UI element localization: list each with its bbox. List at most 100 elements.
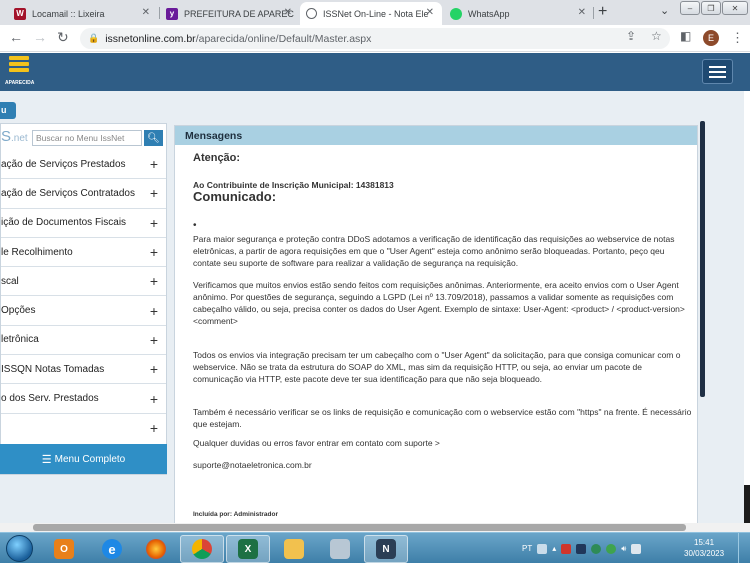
scrollbar-thumb[interactable] [33, 524, 686, 531]
url-path: /aparecida/online/Default/Master.aspx [195, 32, 372, 45]
tab-title: PREFEITURA DE APARECIDA [184, 8, 294, 19]
communication-title: Comunicado: [193, 189, 277, 204]
close-icon[interactable]: ✕ [578, 7, 586, 18]
sidebar-menu-tab[interactable]: u [0, 102, 16, 119]
close-icon[interactable]: ✕ [426, 7, 434, 18]
taskbar-file-explorer[interactable] [272, 535, 316, 563]
plus-icon[interactable]: + [150, 420, 158, 436]
network-app-icon[interactable] [576, 543, 587, 554]
plus-icon[interactable]: + [150, 215, 158, 231]
plus-icon[interactable]: + [150, 185, 158, 201]
maximize-button[interactable]: ❐ [701, 1, 721, 15]
url-host: issnetonline.com.br [105, 32, 196, 45]
included-by: Incluída por: Administrador [193, 511, 278, 518]
close-icon[interactable]: ✕ [284, 7, 292, 18]
profile-avatar[interactable]: E [703, 30, 719, 46]
window-controls: – ❐ ✕ [680, 1, 748, 15]
tray-expand-icon[interactable]: ▴ [552, 544, 556, 553]
sidebar-item[interactable]: ISSQN Notas Tomadas + [1, 355, 166, 385]
tab-prefeitura[interactable]: y PREFEITURA DE APARECIDA ✕ [160, 2, 300, 25]
full-menu-button[interactable]: ☰ Menu Completo [0, 444, 167, 474]
support-email[interactable]: suporte@notaeletronica.com.br [193, 459, 693, 471]
right-edge-shadow [744, 485, 750, 523]
locamail-favicon-icon: W [14, 7, 26, 20]
hamburger-menu-button[interactable] [702, 59, 733, 84]
message-paragraph: Também é necessário verificar se os link… [193, 407, 692, 429]
clock[interactable]: 15:41 30/03/2023 [684, 537, 724, 559]
plus-icon[interactable]: + [150, 361, 158, 377]
volume-icon[interactable]: 🔊︎ [621, 544, 626, 554]
messages-panel: Mensagens Atenção: Ao Contribuinte de In… [174, 125, 698, 525]
aparecida-logo[interactable]: APARECIDA [5, 56, 39, 88]
sidebar-item-label: o dos Serv. Prestados [1, 393, 99, 405]
sidebar-item[interactable]: ação de Serviços Prestados + [1, 150, 166, 180]
tab-locamail[interactable]: W Locamail :: Lixeira ✕ [8, 2, 158, 25]
taskbar-internet-explorer[interactable]: e [90, 535, 134, 563]
show-desktop-button[interactable] [738, 533, 750, 563]
update-icon[interactable] [606, 543, 617, 554]
minimize-button[interactable]: – [680, 1, 700, 15]
sidebar-item-label: scal [1, 275, 19, 287]
tab-issnet[interactable]: ISSNet On-Line - Nota Ele ✕ [300, 2, 442, 25]
message-paragraph: Todos os envios via integração precisam … [193, 350, 681, 384]
start-button[interactable] [6, 535, 33, 562]
sidebar-item-label: ição de Documentos Fiscais [1, 217, 127, 229]
yahoo-favicon-icon: y [166, 7, 178, 20]
message-paragraph: Verificamos que muitos envios estão send… [193, 280, 685, 326]
plus-icon[interactable]: + [150, 303, 158, 319]
sidebar-item[interactable]: ição de Documentos Fiscais + [1, 209, 166, 238]
logo-mark-icon [9, 56, 29, 78]
bookmark-star-icon[interactable]: ☆ [651, 29, 662, 43]
sync-icon[interactable] [591, 543, 602, 554]
globe-icon [306, 8, 317, 19]
message-paragraph: Qualquer duvidas ou erros favor entrar e… [193, 438, 440, 448]
tab-separator [593, 7, 594, 19]
sidebar-item-label: Opções [1, 305, 36, 317]
security-icon[interactable] [561, 543, 572, 554]
outlook-icon: O [54, 539, 74, 559]
menu-icon: ☰ [41, 453, 52, 466]
tab-search-chevron-icon[interactable]: ⌄ [660, 4, 669, 17]
plus-icon[interactable]: + [150, 391, 158, 407]
taskbar-outlook[interactable]: O [42, 535, 86, 563]
new-tab-button[interactable]: + [598, 3, 607, 21]
sidebar-item[interactable]: le Recolhimento + [1, 238, 166, 268]
site-header: APARECIDA [0, 53, 750, 91]
sidebar-item[interactable]: o dos Serv. Prestados + [1, 384, 166, 414]
menu-search-input[interactable] [32, 130, 142, 146]
attention-heading: Atenção: [193, 152, 241, 164]
close-window-button[interactable]: ✕ [722, 1, 748, 15]
plus-icon[interactable]: + [150, 332, 158, 348]
taskbar-firefox[interactable] [134, 535, 178, 563]
taskbar-app-n[interactable]: N [364, 535, 408, 563]
panel-scrollbar[interactable] [700, 121, 705, 397]
sidebar-item[interactable]: Opções + [1, 296, 166, 326]
side-panel-icon[interactable]: ◧ [680, 29, 691, 43]
tab-whatsapp[interactable]: WhatsApp ✕ [444, 2, 594, 25]
taskbar-excel[interactable]: X [226, 535, 270, 563]
tab-title: Locamail :: Lixeira [32, 8, 105, 19]
share-icon[interactable]: ⇪ [626, 29, 636, 43]
reload-icon[interactable]: ↻ [57, 29, 69, 46]
sidebar-item-label: ISSQN Notas Tomadas [1, 363, 105, 375]
keyboard-icon[interactable] [537, 543, 548, 554]
close-icon[interactable]: ✕ [142, 7, 150, 18]
sidebar-item[interactable]: letrônica + [1, 326, 166, 356]
display-icon[interactable] [631, 543, 642, 554]
plus-icon[interactable]: + [150, 244, 158, 260]
back-arrow-icon[interactable]: ← [9, 29, 23, 45]
horizontal-scrollbar[interactable] [0, 523, 750, 532]
sidebar-item[interactable]: + [1, 414, 166, 443]
forward-arrow-icon[interactable]: → [33, 29, 47, 45]
sidebar-item[interactable]: ação de Serviços Contratados + [1, 179, 166, 209]
url-field[interactable]: 🔒 issnetonline.com.br/aparecida/online/D… [80, 28, 670, 49]
sidebar: S.net 🔍︎ ação de Serviços Prestados + açã… [0, 123, 167, 475]
plus-icon[interactable]: + [150, 156, 158, 172]
search-button[interactable]: 🔍︎ [144, 130, 163, 146]
taskbar-calculator[interactable] [318, 535, 362, 563]
plus-icon[interactable]: + [150, 273, 158, 289]
browser-menu-icon[interactable]: ⋮ [731, 30, 744, 46]
language-indicator[interactable]: PT [522, 544, 532, 553]
taskbar-chrome[interactable] [180, 535, 224, 563]
sidebar-item[interactable]: scal + [1, 267, 166, 297]
